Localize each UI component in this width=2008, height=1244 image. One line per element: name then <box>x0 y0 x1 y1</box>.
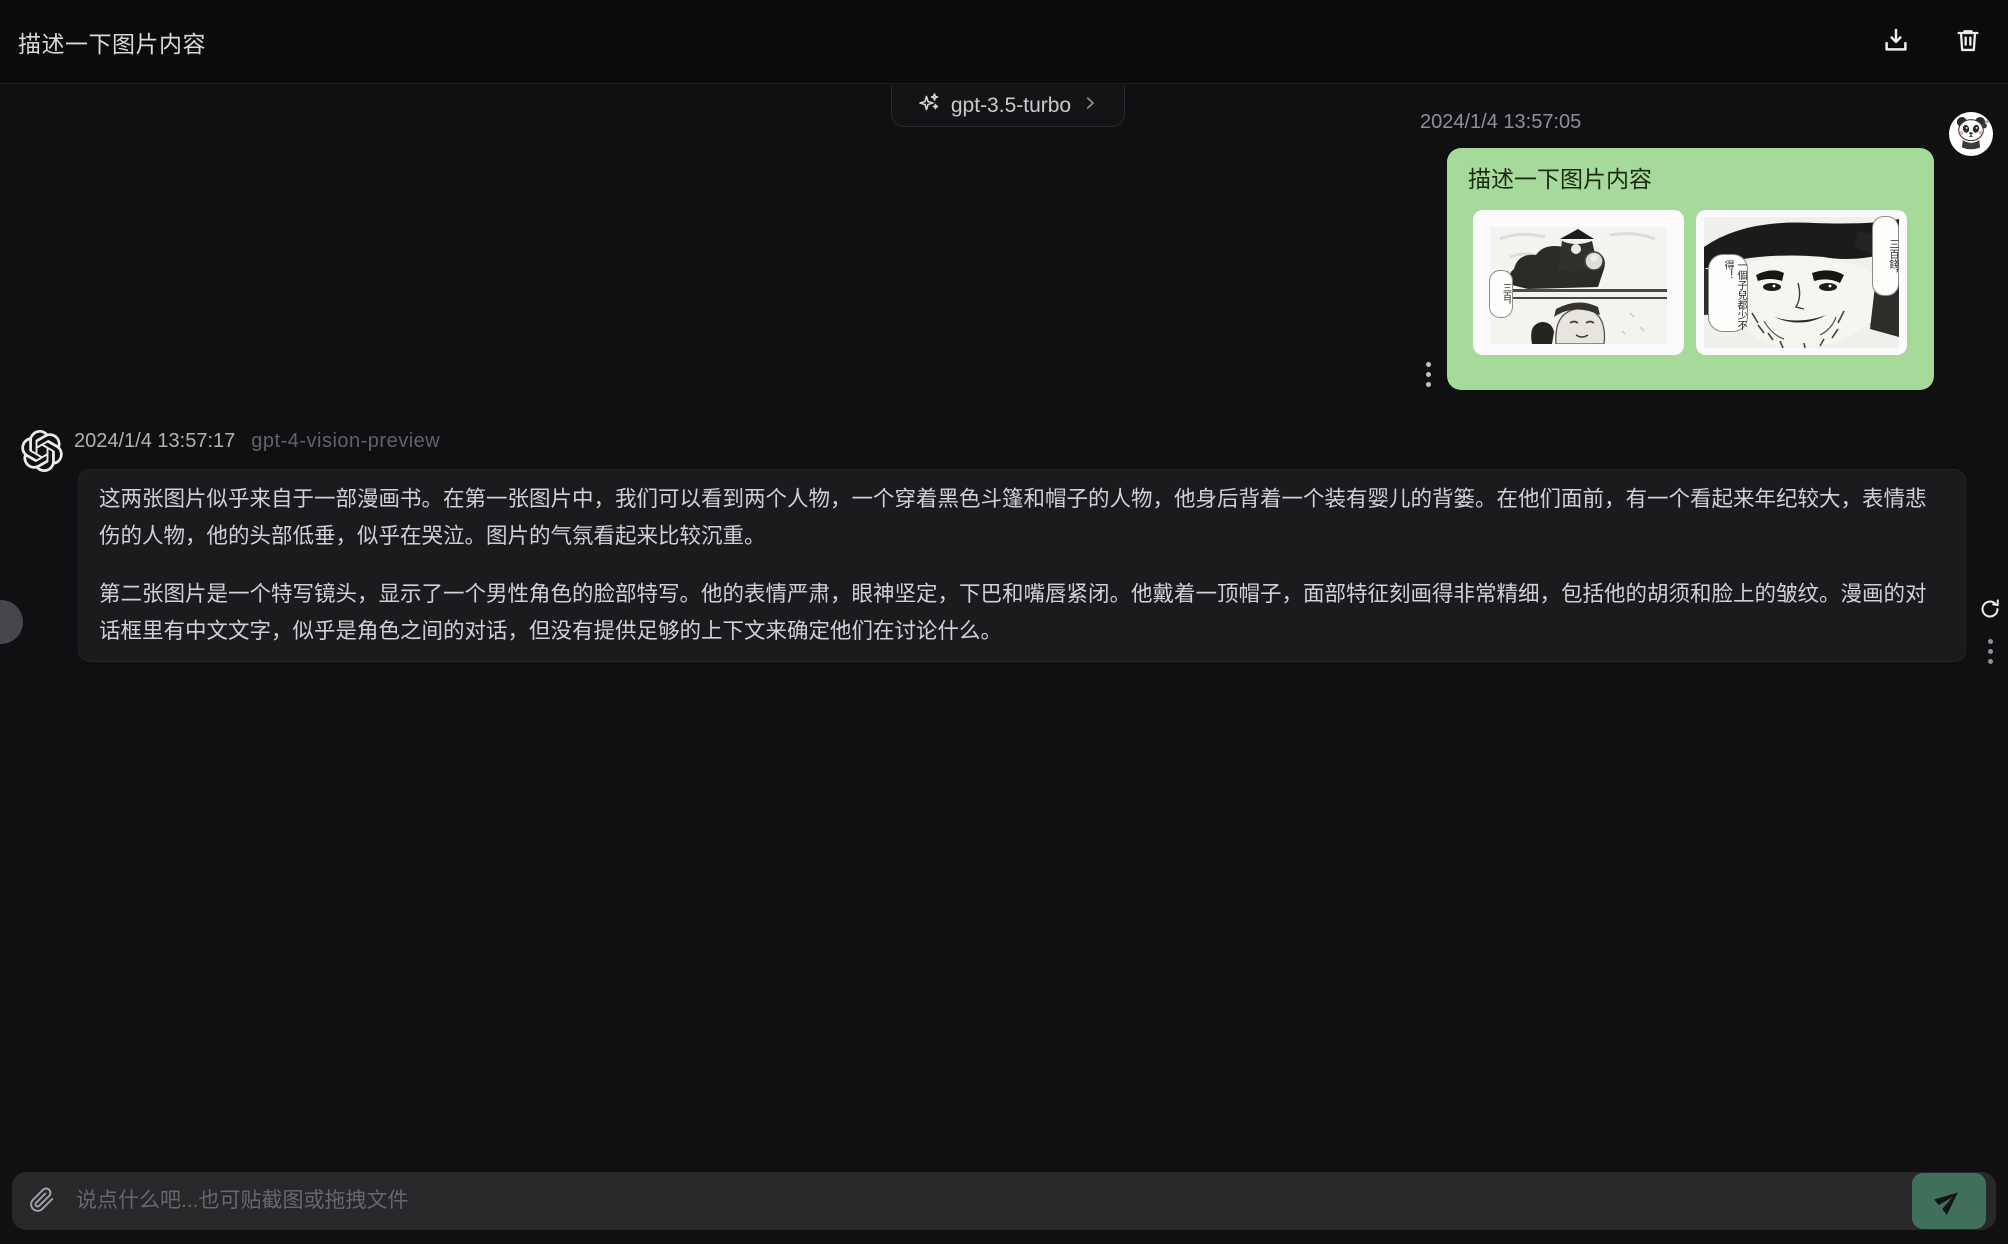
user-avatar[interactable] <box>1949 112 1993 156</box>
user-attachments: 三百， <box>1473 210 1907 355</box>
sparkles-icon <box>917 91 941 120</box>
assistant-paragraph: 第二张图片是一个特写镜头，显示了一个男性角色的脸部特写。他的表情严肃，眼神坚定，… <box>99 576 1945 650</box>
speech-bubble: 一個子兒都少不得！ <box>1708 254 1748 332</box>
topbar-actions <box>1880 26 1990 58</box>
assistant-paragraph: 这两张图片似乎来自于一部漫画书。在第一张图片中，我们可以看到两个人物，一个穿着黑… <box>99 481 1945 555</box>
attach-file-button[interactable] <box>26 1185 58 1217</box>
attachment-image-2[interactable]: 一個子兒都少不得！ 三百錢， <box>1696 210 1907 355</box>
topbar: 描述一下图片内容 <box>0 0 2008 84</box>
speech-bubble: 三百錢， <box>1872 216 1899 296</box>
refresh-icon <box>1978 597 2002 624</box>
model-chip-label: gpt-3.5-turbo <box>951 94 1071 118</box>
user-message-text: 描述一下图片内容 <box>1468 160 1652 194</box>
chat-app: 描述一下图片内容 <box>0 0 2008 1244</box>
model-selector-chip[interactable]: gpt-3.5-turbo <box>891 85 1125 127</box>
retry-button[interactable] <box>1977 597 2003 623</box>
speech-bubble: 三百， <box>1489 270 1513 318</box>
assistant-message-more-button[interactable] <box>1984 635 1997 668</box>
sidebar-drag-handle[interactable] <box>0 600 23 644</box>
user-message-more-button[interactable] <box>1422 358 1435 391</box>
manga-panel-art <box>1490 227 1667 344</box>
openai-logo-icon <box>21 459 63 476</box>
assistant-avatar <box>21 430 63 472</box>
paper-plane-icon <box>1935 1186 1963 1217</box>
user-message-timestamp: 2024/1/4 13:57:05 <box>1420 111 1581 134</box>
assistant-message-header: 2024/1/4 13:57:17 gpt-4-vision-preview <box>74 430 440 453</box>
trash-icon <box>1954 25 1982 58</box>
attachment-image-1[interactable]: 三百， <box>1473 210 1684 355</box>
paperclip-icon <box>29 1187 55 1216</box>
delete-chat-button[interactable] <box>1952 26 1984 58</box>
chevron-right-icon <box>1081 94 1099 117</box>
download-icon <box>1881 25 1911 58</box>
assistant-message-actions <box>1977 597 2003 668</box>
assistant-message-bubble: 这两张图片似乎来自于一部漫画书。在第一张图片中，我们可以看到两个人物，一个穿着黑… <box>78 469 1966 662</box>
assistant-message-timestamp: 2024/1/4 13:57:17 <box>74 430 235 453</box>
send-button[interactable] <box>1912 1173 1986 1229</box>
message-input[interactable] <box>74 1188 1902 1214</box>
composer-bar <box>12 1172 1996 1230</box>
user-message-bubble: 描述一下图片内容 <box>1447 148 1934 390</box>
panda-avatar-icon <box>1951 112 1991 157</box>
assistant-model-name: gpt-4-vision-preview <box>251 430 440 453</box>
download-button[interactable] <box>1880 26 1912 58</box>
page-title: 描述一下图片内容 <box>18 25 206 59</box>
